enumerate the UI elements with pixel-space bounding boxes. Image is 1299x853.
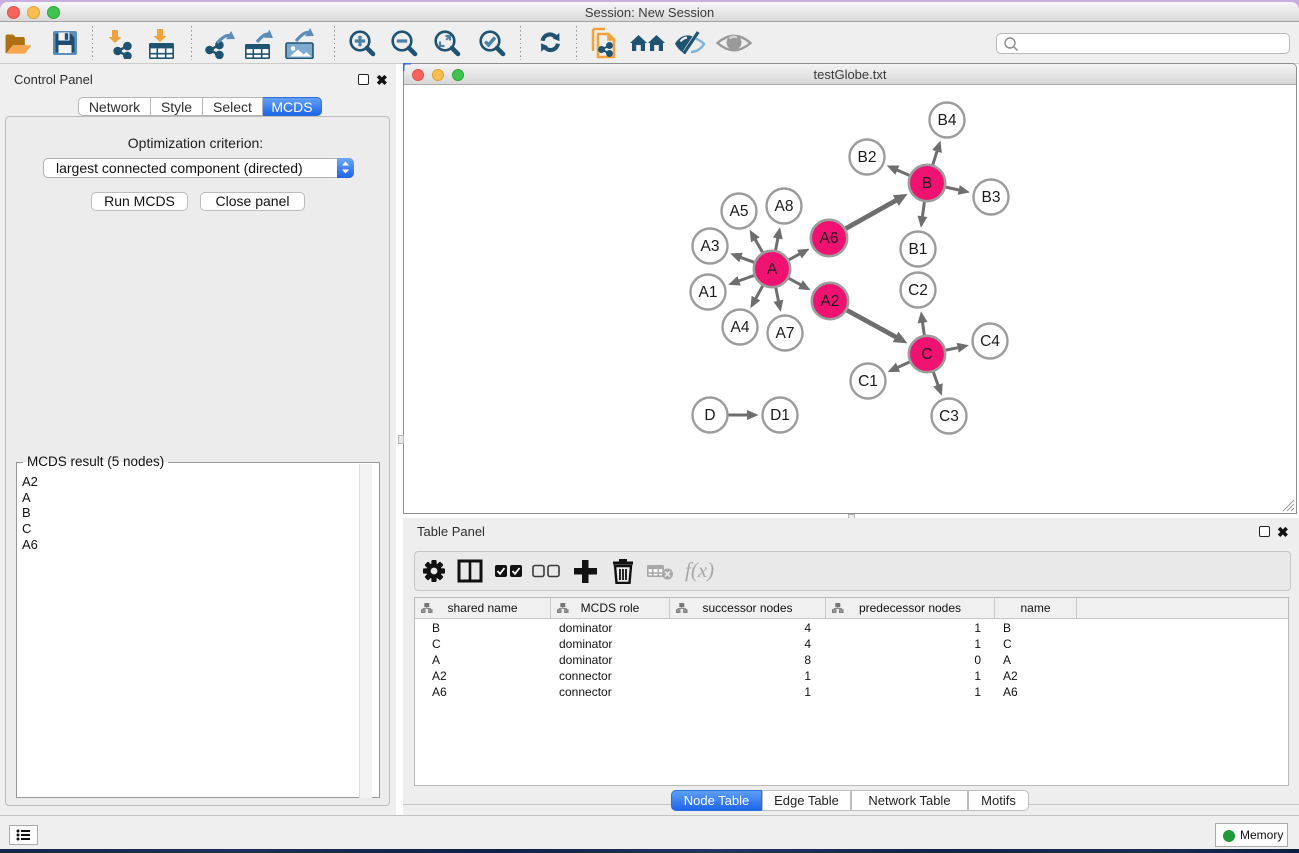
svg-text:D1: D1 (770, 407, 790, 424)
svg-text:A4: A4 (731, 319, 750, 336)
svg-text:A7: A7 (776, 325, 795, 342)
svg-text:B2: B2 (858, 149, 877, 166)
svg-text:A1: A1 (699, 284, 718, 301)
svg-text:C3: C3 (939, 408, 959, 425)
svg-text:C4: C4 (980, 333, 1000, 350)
svg-text:D: D (704, 407, 715, 424)
svg-text:B3: B3 (982, 189, 1001, 206)
svg-text:C: C (921, 346, 932, 363)
svg-text:B: B (922, 175, 932, 192)
svg-text:B4: B4 (938, 112, 957, 129)
svg-text:C2: C2 (908, 282, 928, 299)
svg-text:C1: C1 (858, 373, 878, 390)
svg-text:A3: A3 (701, 238, 720, 255)
svg-text:A5: A5 (730, 203, 749, 220)
svg-text:A6: A6 (820, 230, 839, 247)
svg-text:A: A (767, 261, 778, 278)
svg-text:B1: B1 (909, 241, 928, 258)
svg-text:A8: A8 (775, 198, 794, 215)
svg-text:A2: A2 (821, 293, 840, 310)
